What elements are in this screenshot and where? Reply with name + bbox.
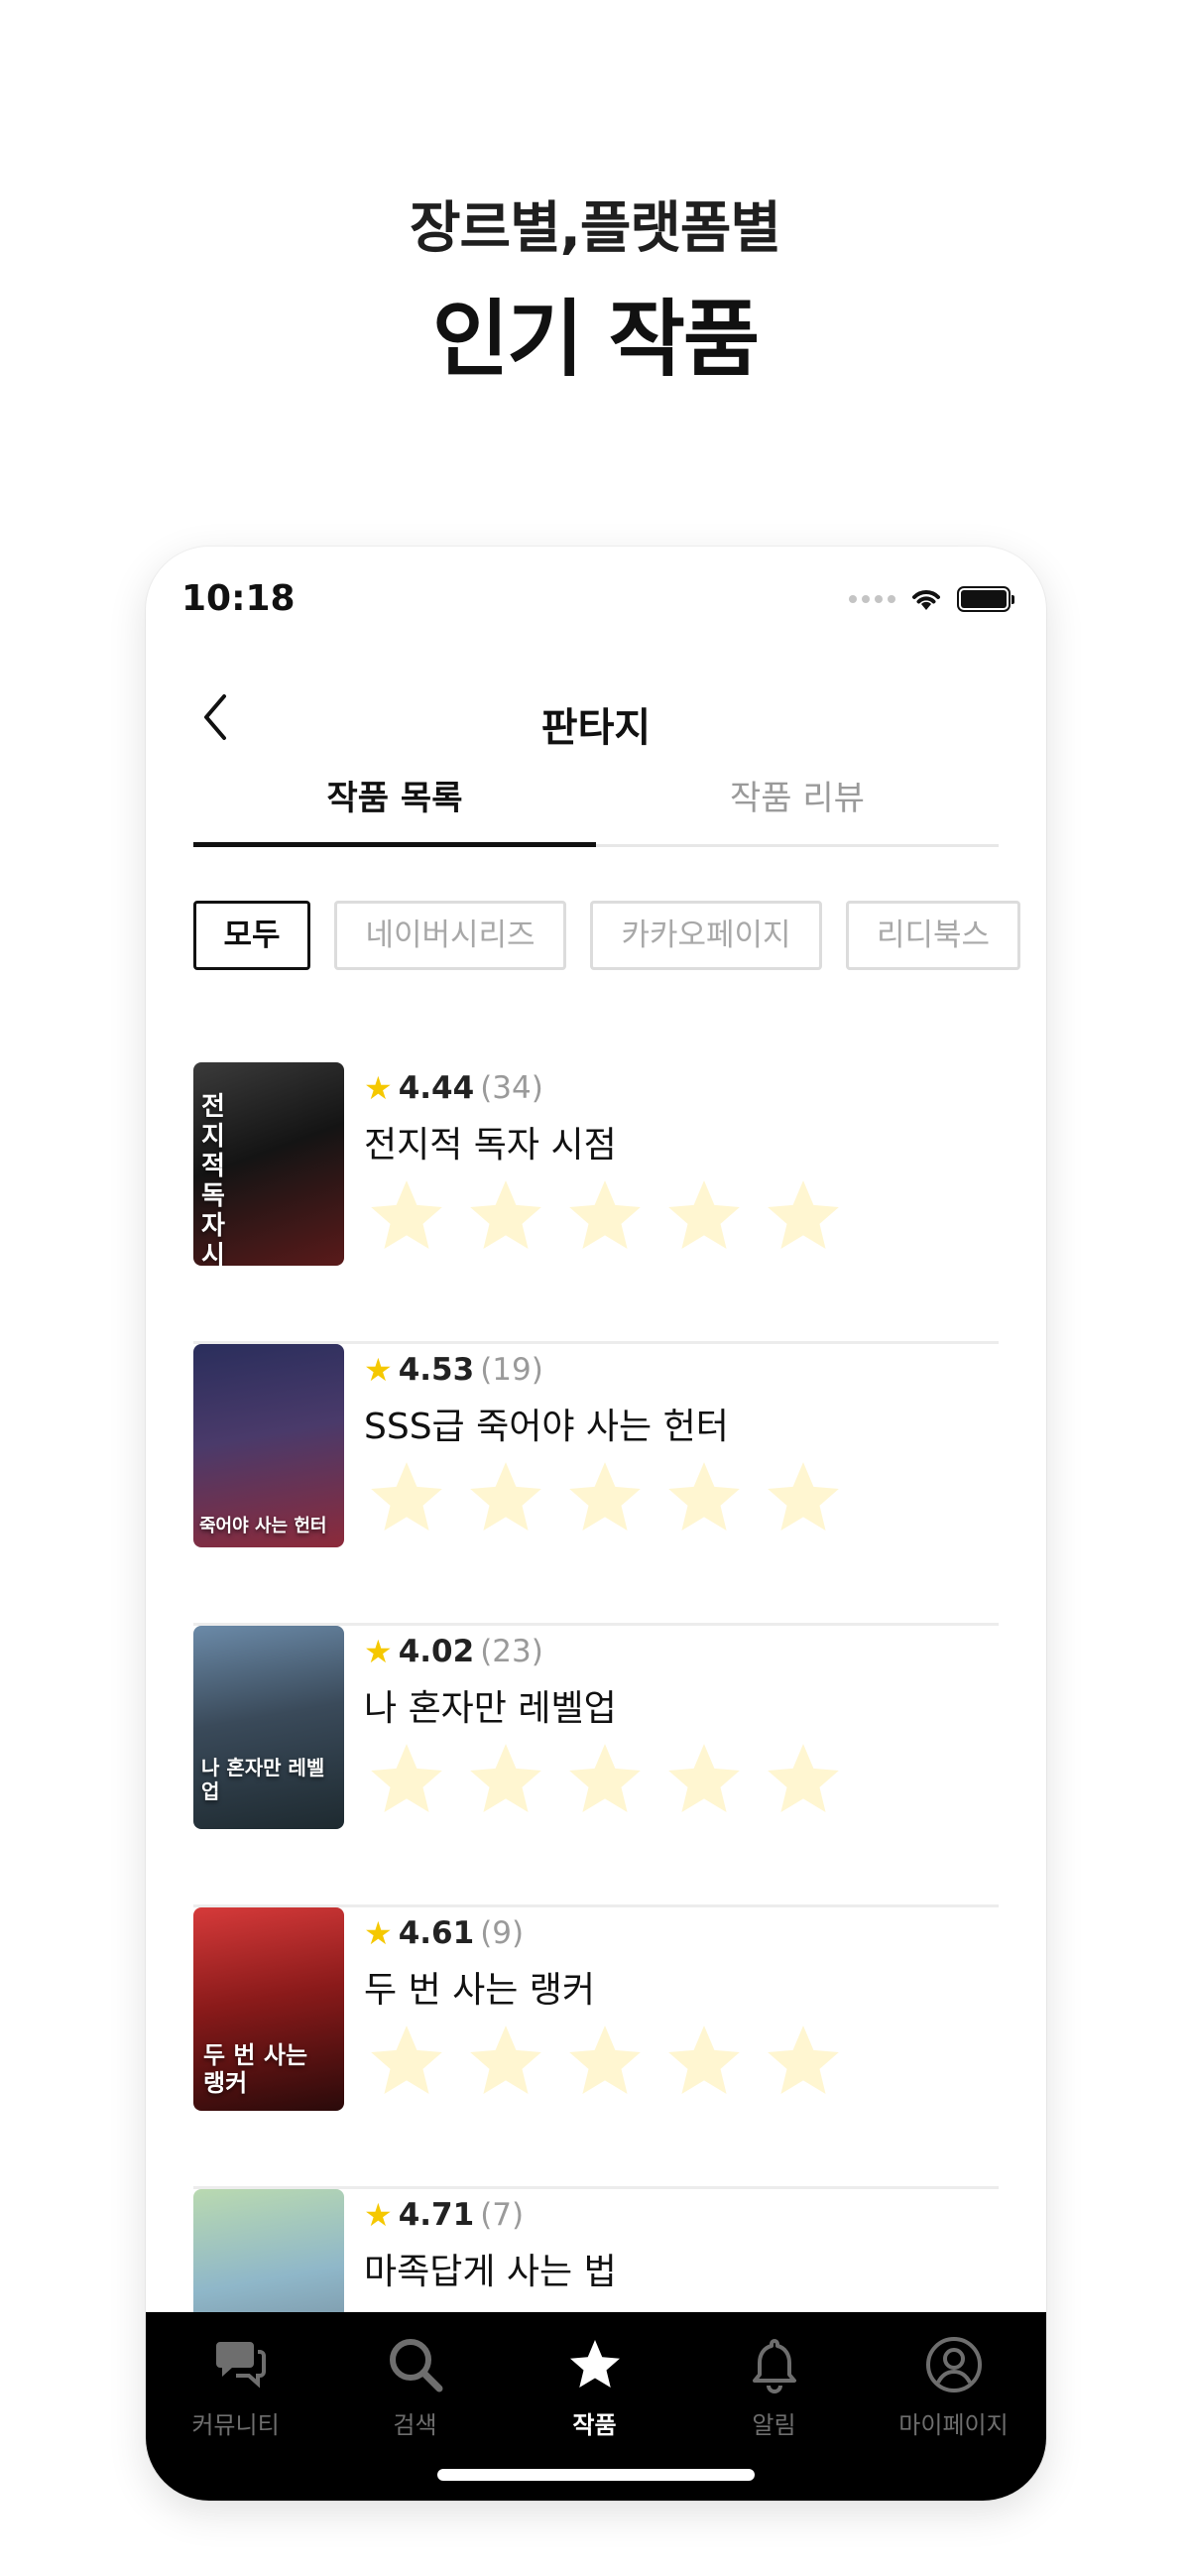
- rate-star-4-icon[interactable]: [659, 1173, 749, 1259]
- rate-star-3-icon[interactable]: [560, 1173, 650, 1259]
- rating-star-icon: ★: [364, 1351, 393, 1389]
- rate-star-3-icon[interactable]: [560, 2019, 650, 2104]
- rating-row: ★ 4.71 (7): [364, 2197, 524, 2233]
- chip-ridibooks[interactable]: 리디북스: [846, 901, 1020, 970]
- rating-value: 4.02: [398, 1634, 475, 1669]
- search-icon: [389, 2339, 442, 2392]
- rate-star-1-icon[interactable]: [362, 2019, 451, 2104]
- tabbar-label: 알림: [752, 2411, 796, 2439]
- status-time: 10:18: [181, 578, 296, 619]
- rate-stars: [362, 2019, 848, 2104]
- chat-bubbles-icon: [215, 2342, 266, 2389]
- rate-stars: [362, 1173, 848, 1259]
- list-item[interactable]: 죽어야 사는 헌터 ★ 4.53 (19) SSS급 죽어야 사는 헌터: [193, 1344, 999, 1626]
- star-icon: [569, 2340, 620, 2388]
- cover-image: 전지적 독자시점: [193, 1062, 344, 1266]
- rate-star-5-icon[interactable]: [759, 1173, 848, 1259]
- tabbar-my-page[interactable]: 마이페이지: [864, 2330, 1043, 2440]
- page-title: 판타지: [540, 705, 652, 751]
- rate-star-5-icon[interactable]: [759, 1737, 848, 1822]
- tab-work-reviews[interactable]: 작품 리뷰: [596, 765, 999, 844]
- rating-value: 4.71: [398, 2197, 475, 2233]
- rating-count: (7): [480, 2197, 525, 2233]
- rating-star-icon: ★: [364, 1633, 393, 1670]
- rate-star-1-icon[interactable]: [362, 1737, 451, 1822]
- rate-star-2-icon[interactable]: [461, 1173, 550, 1259]
- rate-star-2-icon[interactable]: [461, 1455, 550, 1540]
- rate-star-3-icon[interactable]: [560, 1737, 650, 1822]
- work-title: 두 번 사는 랭커: [364, 1970, 596, 2011]
- tab-work-list[interactable]: 작품 목록: [193, 765, 596, 847]
- chip-all[interactable]: 모두: [193, 901, 310, 970]
- rate-star-4-icon[interactable]: [659, 2019, 749, 2104]
- tabbar-community[interactable]: 커뮤니티: [146, 2330, 325, 2440]
- cover-title: 두 번 사는 랭커: [203, 2041, 308, 2097]
- headline-subtitle: 장르별,플랫폼별: [410, 196, 781, 261]
- cover-image: 두 번 사는 랭커: [193, 1907, 344, 2111]
- cover-title: 전지적 독자시점: [201, 1092, 225, 1266]
- battery-icon: [957, 586, 1014, 612]
- chip-kakao-page[interactable]: 카카오페이지: [590, 901, 822, 970]
- tabbar-notifications[interactable]: 알림: [684, 2330, 864, 2440]
- profile-icon: [925, 2337, 982, 2392]
- bottom-tab-bar: 커뮤니티 검색 작품 알림 마이페이지: [146, 2312, 1046, 2501]
- tabbar-label: 커뮤니티: [191, 2411, 280, 2439]
- cover-title: 나 혼자만 레벨업: [201, 1756, 325, 1803]
- cover-title: 죽어야 사는 헌터: [199, 1516, 327, 1536]
- list-item[interactable]: 두 번 사는 랭커 ★ 4.61 (9) 두 번 사는 랭커: [193, 1907, 999, 2189]
- rate-star-3-icon[interactable]: [560, 1455, 650, 1540]
- rate-star-5-icon[interactable]: [759, 1455, 848, 1540]
- rating-star-icon: ★: [364, 1914, 393, 1952]
- rating-value: 4.61: [398, 1915, 475, 1951]
- work-title: 전지적 독자 시점: [364, 1125, 617, 1165]
- rating-row: ★ 4.44 (34): [364, 1070, 543, 1106]
- signal-icon: [849, 595, 895, 603]
- cover-image: 죽어야 사는 헌터: [193, 1344, 344, 1547]
- rate-star-5-icon[interactable]: [759, 2019, 848, 2104]
- rating-star-icon: ★: [364, 1069, 393, 1107]
- work-title: 마족답게 사는 법: [364, 2252, 617, 2292]
- status-icons: [849, 586, 1014, 612]
- rate-stars: [362, 1455, 848, 1540]
- rating-row: ★ 4.02 (23): [364, 1634, 543, 1669]
- tabbar-works[interactable]: 작품: [505, 2330, 684, 2440]
- rate-star-4-icon[interactable]: [659, 1455, 749, 1540]
- list-item[interactable]: 전지적 독자시점 ★ 4.44 (34) 전지적 독자 시점: [193, 1062, 999, 1344]
- nav-bar: 판타지: [146, 666, 1046, 765]
- headline-title: 인기 작품: [431, 291, 760, 388]
- tabbar-label: 마이페이지: [898, 2411, 1009, 2439]
- work-title: 나 혼자만 레벨업: [364, 1688, 617, 1729]
- rating-count: (34): [480, 1070, 543, 1106]
- status-bar: 10:18: [146, 547, 1046, 656]
- rating-star-icon: ★: [364, 2196, 393, 2234]
- rate-star-2-icon[interactable]: [461, 2019, 550, 2104]
- rate-star-1-icon[interactable]: [362, 1173, 451, 1259]
- bell-icon: [752, 2339, 796, 2393]
- rating-count: (23): [480, 1634, 543, 1669]
- platform-filter: 모두 네이버시리즈 카카오페이지 리디북스: [193, 901, 1046, 972]
- chip-naver-series[interactable]: 네이버시리즈: [334, 901, 566, 970]
- rate-star-4-icon[interactable]: [659, 1737, 749, 1822]
- rating-row: ★ 4.61 (9): [364, 1915, 524, 1951]
- list-item[interactable]: 나 혼자만 레벨업 ★ 4.02 (23) 나 혼자만 레벨업: [193, 1626, 999, 1907]
- rating-value: 4.44: [398, 1070, 475, 1106]
- rating-row: ★ 4.53 (19): [364, 1352, 543, 1388]
- work-title: SSS급 죽어야 사는 헌터: [364, 1407, 729, 1447]
- wifi-icon: [912, 590, 940, 610]
- phone-frame: 10:18 판타지 작품 목록 작품 리뷰 모두 네이버시리즈 카카오페이지 리…: [146, 547, 1046, 2501]
- cover-image: 나 혼자만 레벨업: [193, 1626, 344, 1829]
- rating-value: 4.53: [398, 1352, 475, 1388]
- tab-bar-top: 작품 목록 작품 리뷰: [193, 765, 999, 847]
- rate-star-2-icon[interactable]: [461, 1737, 550, 1822]
- tabbar-search[interactable]: 검색: [325, 2330, 505, 2440]
- tabbar-label: 작품: [572, 2411, 617, 2439]
- rating-count: (9): [480, 1915, 525, 1951]
- rate-stars: [362, 1737, 848, 1822]
- home-indicator: [437, 2469, 755, 2481]
- rating-count: (19): [480, 1352, 543, 1388]
- rate-star-1-icon[interactable]: [362, 1455, 451, 1540]
- tabbar-label: 검색: [393, 2411, 437, 2439]
